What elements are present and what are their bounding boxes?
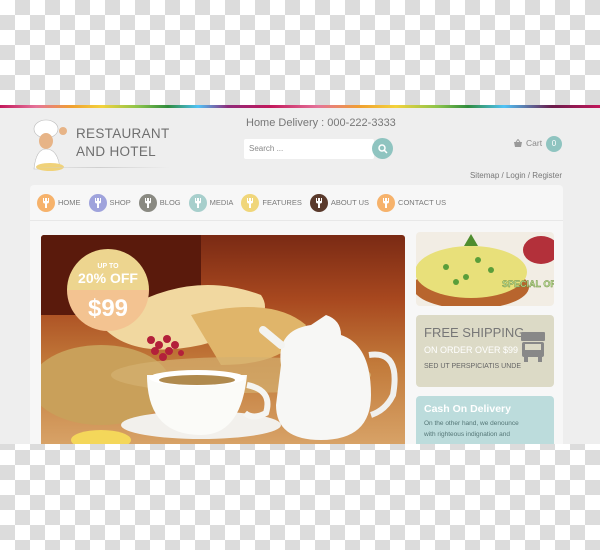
search-input[interactable]: Search ... [244, 139, 374, 159]
logo-divider [30, 167, 170, 168]
basket-icon [514, 138, 522, 147]
nav-item-blog[interactable]: BLOG [138, 193, 181, 212]
fork-icon [241, 193, 260, 212]
special-offer-image: SPECIAL OFFER [416, 234, 554, 306]
fork-icon [309, 193, 328, 212]
nav-item-about-us[interactable]: ABOUT US [309, 193, 370, 212]
content-panel: HOME SHOP BLOG MEDIA FEATURES ABOUT US CONTACT… [30, 185, 563, 444]
nav-label: MEDIA [209, 198, 234, 207]
cart-count-badge: 0 [546, 136, 562, 152]
cod-text-line2: with righteous indignation and [424, 431, 511, 438]
fork-icon [188, 193, 207, 212]
brand-line1: RESTAURANT [76, 126, 170, 141]
cod-title: Cash On Delivery [424, 403, 511, 415]
website-page: RESTAURANT AND HOTEL Home Delivery : 000… [0, 105, 600, 444]
shipping-subtitle: ON ORDER OVER $99 [424, 345, 519, 355]
nav-item-contact-us[interactable]: CONTACT US [377, 193, 447, 212]
badge-discount: 20% OFF [78, 270, 138, 286]
nav-label: HOME [58, 198, 81, 207]
special-offer-label: SPECIAL OFFER [502, 279, 554, 289]
nav-label: BLOG [159, 198, 181, 207]
main-nav: HOME SHOP BLOG MEDIA FEATURES ABOUT US CONTACT… [30, 185, 563, 221]
fork-icon [88, 193, 107, 212]
nav-label: FEATURES [262, 198, 302, 207]
rainbow-bar [0, 105, 600, 108]
logo[interactable]: RESTAURANT AND HOTEL [30, 115, 170, 173]
free-shipping-banner[interactable]: FREE SHIPPING ON ORDER OVER $99 SED UT P… [416, 315, 554, 387]
nav-item-media[interactable]: MEDIA [188, 193, 234, 212]
fork-icon [138, 193, 157, 212]
shipping-title: FREE SHIPPING [424, 325, 525, 340]
nav-label: ABOUT US [330, 198, 370, 207]
top-links[interactable]: Sitemap / Login / Register [470, 171, 562, 180]
hero-slider[interactable]: UP TO 20% OFF $99 [41, 235, 405, 444]
truck-icon [521, 332, 545, 362]
home-delivery-phone: Home Delivery : 000-222-3333 [246, 117, 396, 129]
shipping-desc: SED UT PERSPICIATIS UNDE [424, 363, 521, 370]
nav-item-home[interactable]: HOME [37, 193, 81, 212]
chef-icon [33, 119, 67, 171]
search-button[interactable] [372, 138, 393, 159]
fork-icon [37, 193, 55, 212]
fork-icon [377, 193, 396, 212]
discount-badge: UP TO 20% OFF $99 [67, 249, 149, 331]
special-offer-banner[interactable]: SPECIAL OFFER [416, 232, 554, 306]
cart-link[interactable]: Cart [513, 138, 542, 148]
cart-label: Cart [526, 138, 543, 148]
search-icon [377, 143, 388, 154]
nav-item-features[interactable]: FEATURES [241, 193, 302, 212]
nav-label: CONTACT US [398, 198, 447, 207]
cash-on-delivery-banner[interactable]: Cash On Delivery On the other hand, we d… [416, 396, 554, 444]
nav-label: SHOP [109, 198, 131, 207]
brand-line2: AND HOTEL [76, 144, 156, 159]
cod-text-line1: On the other hand, we denounce [424, 420, 519, 427]
nav-item-shop[interactable]: SHOP [88, 193, 131, 212]
cod-text: On the other hand, we denounce with righ… [424, 418, 519, 440]
